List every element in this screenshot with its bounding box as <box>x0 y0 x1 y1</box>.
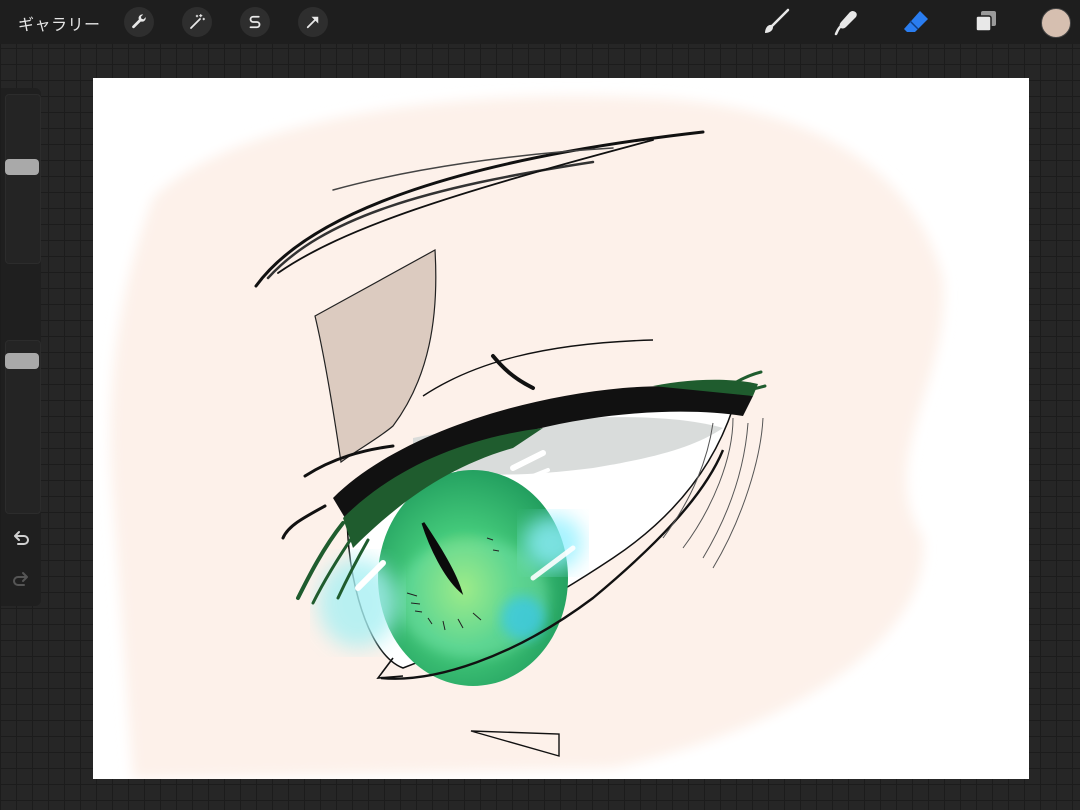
eraser-tool-button[interactable] <box>900 6 932 38</box>
redo-button[interactable] <box>10 569 32 591</box>
selection-button[interactable] <box>240 7 270 37</box>
layers-icon <box>975 11 996 32</box>
magic-wand-icon <box>190 13 206 29</box>
wrench-icon <box>132 14 146 29</box>
smudge-tool-button[interactable] <box>830 6 862 38</box>
redo-icon <box>13 572 28 586</box>
brush-tool-button[interactable] <box>760 6 792 38</box>
arrow-cursor-icon <box>306 16 319 29</box>
brush-icon <box>765 8 790 33</box>
actions-button[interactable] <box>124 7 154 37</box>
adjustments-button[interactable] <box>182 7 212 37</box>
artwork <box>110 96 944 779</box>
brush-size-thumb[interactable] <box>5 159 39 175</box>
layers-button[interactable] <box>970 6 1002 38</box>
opacity-slider[interactable] <box>5 340 41 514</box>
smudge-icon <box>834 11 857 36</box>
undo-icon <box>14 531 29 545</box>
opacity-thumb[interactable] <box>5 353 39 369</box>
color-picker-button[interactable] <box>1041 8 1071 38</box>
eraser-icon <box>904 11 928 32</box>
undo-button[interactable] <box>10 528 32 550</box>
gallery-button[interactable]: ギャラリー <box>18 11 101 35</box>
top-toolbar: ギャラリー <box>0 0 1080 44</box>
transform-button[interactable] <box>298 7 328 37</box>
brush-size-slider[interactable] <box>5 94 41 264</box>
left-sidebar <box>1 88 41 606</box>
drawing-canvas[interactable] <box>93 78 1029 779</box>
selection-s-icon <box>249 15 261 29</box>
